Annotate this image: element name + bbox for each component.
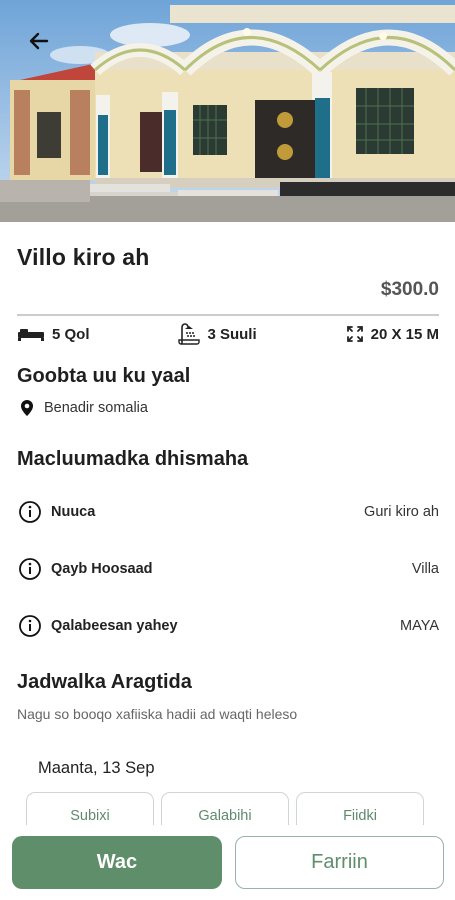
location-address: Benadir somalia bbox=[44, 400, 148, 416]
features-row: 5 Qol 3 Suuli 20 X 15 M bbox=[17, 321, 439, 347]
bed-icon bbox=[18, 329, 44, 341]
detail-row-furnished: Qalabeesan yahey MAYA bbox=[18, 612, 439, 640]
property-photo bbox=[0, 0, 455, 222]
schedule-subtitle: Nagu so booqo xafiiska hadii ad waqti he… bbox=[17, 706, 298, 722]
detail-value: Villa bbox=[411, 561, 439, 577]
detail-value: MAYA bbox=[400, 618, 439, 634]
schedule-heading: Jadwalka Aragtida bbox=[17, 671, 192, 693]
detail-label: Nuuca bbox=[51, 504, 96, 520]
location-heading: Goobta uu ku yaal bbox=[17, 365, 191, 387]
back-button[interactable] bbox=[22, 26, 56, 56]
info-icon bbox=[19, 558, 41, 580]
arrow-left-icon bbox=[29, 32, 49, 50]
property-price: $300.0 bbox=[380, 279, 439, 300]
detail-row-type: Nuuca Guri kiro ah bbox=[18, 498, 439, 526]
feature-size: 20 X 15 M bbox=[346, 325, 439, 343]
expand-icon bbox=[346, 326, 363, 342]
property-title: Villo kiro ah bbox=[17, 244, 150, 270]
feature-label: 20 X 15 M bbox=[370, 325, 439, 343]
details-heading: Macluumadka dhismaha bbox=[17, 448, 249, 470]
location-row: Benadir somalia bbox=[20, 399, 148, 417]
feature-rooms: 5 Qol bbox=[17, 326, 90, 343]
call-button[interactable]: Wac bbox=[12, 836, 222, 889]
divider bbox=[17, 314, 439, 316]
feature-label: 3 Suuli bbox=[207, 325, 257, 343]
info-icon bbox=[19, 615, 41, 637]
map-pin-icon bbox=[21, 400, 33, 416]
shower-icon bbox=[178, 323, 201, 345]
schedule-date: Maanta, 13 Sep bbox=[38, 759, 155, 777]
detail-label: Qalabeesan yahey bbox=[51, 618, 178, 634]
feature-bathrooms: 3 Suuli bbox=[178, 322, 257, 346]
info-icon bbox=[19, 501, 41, 523]
detail-row-subtype: Qayb Hoosaad Villa bbox=[18, 555, 439, 583]
detail-value: Guri kiro ah bbox=[364, 504, 439, 520]
message-button[interactable]: Farriin bbox=[235, 836, 444, 889]
detail-label: Qayb Hoosaad bbox=[51, 561, 153, 577]
feature-label: 5 Qol bbox=[52, 325, 90, 343]
house-illustration bbox=[0, 0, 455, 222]
